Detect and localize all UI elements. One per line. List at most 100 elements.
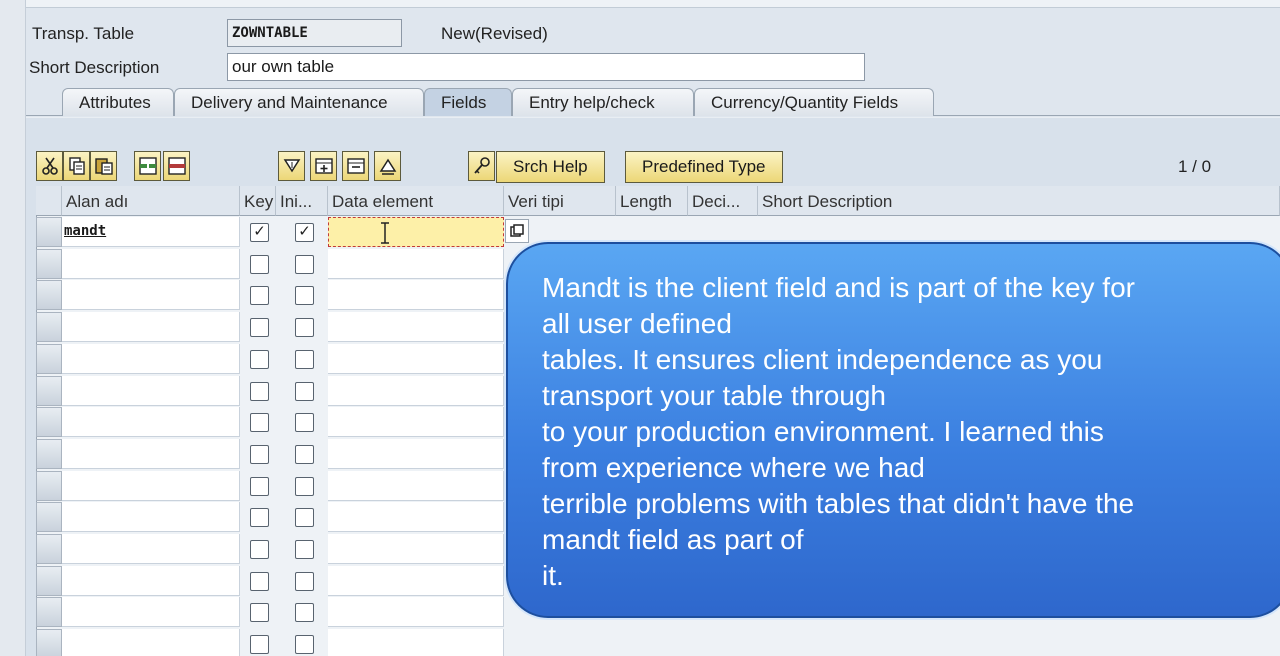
data-element-cell[interactable] — [328, 597, 504, 627]
key-checkbox[interactable] — [250, 382, 269, 401]
row-selector[interactable] — [36, 312, 62, 342]
key-checkbox[interactable] — [250, 318, 269, 337]
initial-checkbox[interactable] — [295, 572, 314, 591]
initial-checkbox[interactable] — [295, 477, 314, 496]
key-checkbox[interactable] — [250, 445, 269, 464]
initial-checkbox[interactable] — [295, 286, 314, 305]
row-selector[interactable] — [36, 471, 62, 501]
initial-checkbox[interactable] — [295, 350, 314, 369]
field-name-cell[interactable] — [62, 566, 240, 596]
key-checkbox[interactable] — [250, 413, 269, 432]
row-selector[interactable] — [36, 502, 62, 532]
key-checkbox[interactable] — [250, 350, 269, 369]
key-checkbox[interactable] — [250, 540, 269, 559]
move-up-button[interactable] — [374, 151, 401, 181]
key-checkbox[interactable] — [250, 286, 269, 305]
field-name-cell[interactable] — [62, 312, 240, 342]
transp-table-field[interactable]: ZOWNTABLE — [227, 19, 402, 47]
field-name-cell[interactable]: mandt — [62, 217, 240, 247]
initial-checkbox[interactable] — [295, 382, 314, 401]
key-checkbox[interactable] — [250, 603, 269, 622]
row-selector[interactable] — [36, 280, 62, 310]
insert-row-button[interactable] — [134, 151, 161, 181]
move-down-button[interactable] — [278, 151, 305, 181]
initial-checkbox[interactable] — [295, 635, 314, 654]
col-key[interactable]: Key — [240, 186, 276, 216]
paste-button[interactable] — [90, 151, 117, 181]
row-selector[interactable] — [36, 566, 62, 596]
col-field-name[interactable]: Alan adı — [62, 186, 240, 216]
short-description-field[interactable]: our own table — [227, 53, 865, 81]
predefined-type-button[interactable]: Predefined Type — [625, 151, 783, 183]
row-selector[interactable] — [36, 534, 62, 564]
data-element-cell[interactable] — [328, 217, 504, 247]
field-name-cell[interactable] — [62, 280, 240, 310]
data-element-cell[interactable] — [328, 249, 504, 279]
field-name-cell[interactable] — [62, 471, 240, 501]
field-name-cell[interactable] — [62, 249, 240, 279]
tab-entry-help-check[interactable]: Entry help/check — [512, 88, 694, 116]
tab-fields[interactable]: Fields — [424, 88, 512, 116]
data-element-cell[interactable] — [328, 439, 504, 469]
select-block-button[interactable] — [342, 151, 369, 181]
initial-checkbox[interactable] — [295, 508, 314, 527]
field-name-cell[interactable] — [62, 407, 240, 437]
row-selector[interactable] — [36, 376, 62, 406]
initial-checkbox[interactable] — [295, 413, 314, 432]
initial-checkbox[interactable] — [295, 318, 314, 337]
field-name-cell[interactable] — [62, 629, 240, 656]
select-all-header[interactable] — [36, 186, 62, 216]
row-selector[interactable] — [36, 629, 62, 656]
srch-help-button[interactable]: Srch Help — [496, 151, 605, 183]
cut-button[interactable] — [36, 151, 63, 181]
row-selector[interactable] — [36, 439, 62, 469]
field-name-cell[interactable] — [62, 344, 240, 374]
data-element-cell[interactable] — [328, 376, 504, 406]
field-name-cell[interactable] — [62, 439, 240, 469]
data-element-cell[interactable] — [328, 629, 504, 656]
row-selector[interactable] — [36, 217, 62, 247]
row-selector[interactable] — [36, 597, 62, 627]
initial-checkbox[interactable] — [295, 255, 314, 274]
paste-icon — [94, 158, 113, 175]
key-checkbox[interactable] — [250, 635, 269, 654]
tab-attributes[interactable]: Attributes — [62, 88, 174, 116]
data-element-cell[interactable] — [328, 280, 504, 310]
data-element-cell[interactable] — [328, 312, 504, 342]
data-element-cell[interactable] — [328, 344, 504, 374]
col-initial[interactable]: Ini... — [276, 186, 328, 216]
col-data-element[interactable]: Data element — [328, 186, 504, 216]
key-checkbox[interactable] — [250, 477, 269, 496]
key-checkbox[interactable]: ✓ — [250, 223, 269, 242]
data-element-cell[interactable] — [328, 534, 504, 564]
col-decimals[interactable]: Deci... — [688, 186, 758, 216]
initial-checkbox[interactable] — [295, 603, 314, 622]
copy-button[interactable] — [63, 151, 90, 181]
insert-block-button[interactable] — [310, 151, 337, 181]
col-data-type[interactable]: Veri tipi — [504, 186, 616, 216]
tab-delivery-and-maintenance[interactable]: Delivery and Maintenance — [174, 88, 424, 116]
data-element-cell[interactable] — [328, 502, 504, 532]
col-length[interactable]: Length — [616, 186, 688, 216]
initial-checkbox[interactable] — [295, 445, 314, 464]
tab-currency-quantity-fields[interactable]: Currency/Quantity Fields — [694, 88, 934, 116]
key-checkbox[interactable] — [250, 508, 269, 527]
field-name-cell[interactable] — [62, 534, 240, 564]
delete-row-button[interactable] — [163, 151, 190, 181]
field-name-cell[interactable] — [62, 376, 240, 406]
value-help-button[interactable] — [505, 219, 529, 243]
key-checkbox[interactable] — [250, 572, 269, 591]
initial-checkbox[interactable] — [295, 540, 314, 559]
initial-checkbox[interactable]: ✓ — [295, 223, 314, 242]
col-short-description[interactable]: Short Description — [758, 186, 1280, 216]
key-button[interactable] — [468, 151, 495, 181]
row-selector[interactable] — [36, 249, 62, 279]
key-checkbox[interactable] — [250, 255, 269, 274]
row-selector[interactable] — [36, 407, 62, 437]
data-element-cell[interactable] — [328, 407, 504, 437]
field-name-cell[interactable] — [62, 597, 240, 627]
row-selector[interactable] — [36, 344, 62, 374]
field-name-cell[interactable] — [62, 502, 240, 532]
data-element-cell[interactable] — [328, 471, 504, 501]
data-element-cell[interactable] — [328, 566, 504, 596]
